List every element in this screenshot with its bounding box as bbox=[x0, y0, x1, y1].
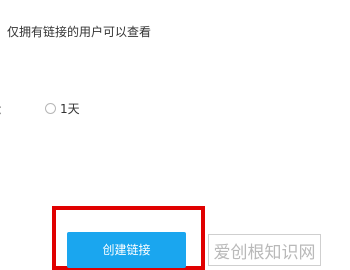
create-link-button[interactable]: 创建链接 bbox=[67, 232, 186, 268]
access-note: 仅拥有链接的用户可以查看 bbox=[7, 25, 152, 39]
watermark: 爱创根知识网 bbox=[208, 234, 321, 266]
share-link-dialog: 仅拥有链接的用户可以查看 ： 1天 创建链接 爱创根知识网 bbox=[0, 0, 350, 270]
expiry-option-1-day[interactable]: 1天 bbox=[45, 100, 80, 117]
expiry-option-label: 1天 bbox=[60, 102, 80, 116]
radio-icon[interactable] bbox=[45, 103, 56, 114]
expiry-label-partial: ： bbox=[0, 101, 9, 118]
